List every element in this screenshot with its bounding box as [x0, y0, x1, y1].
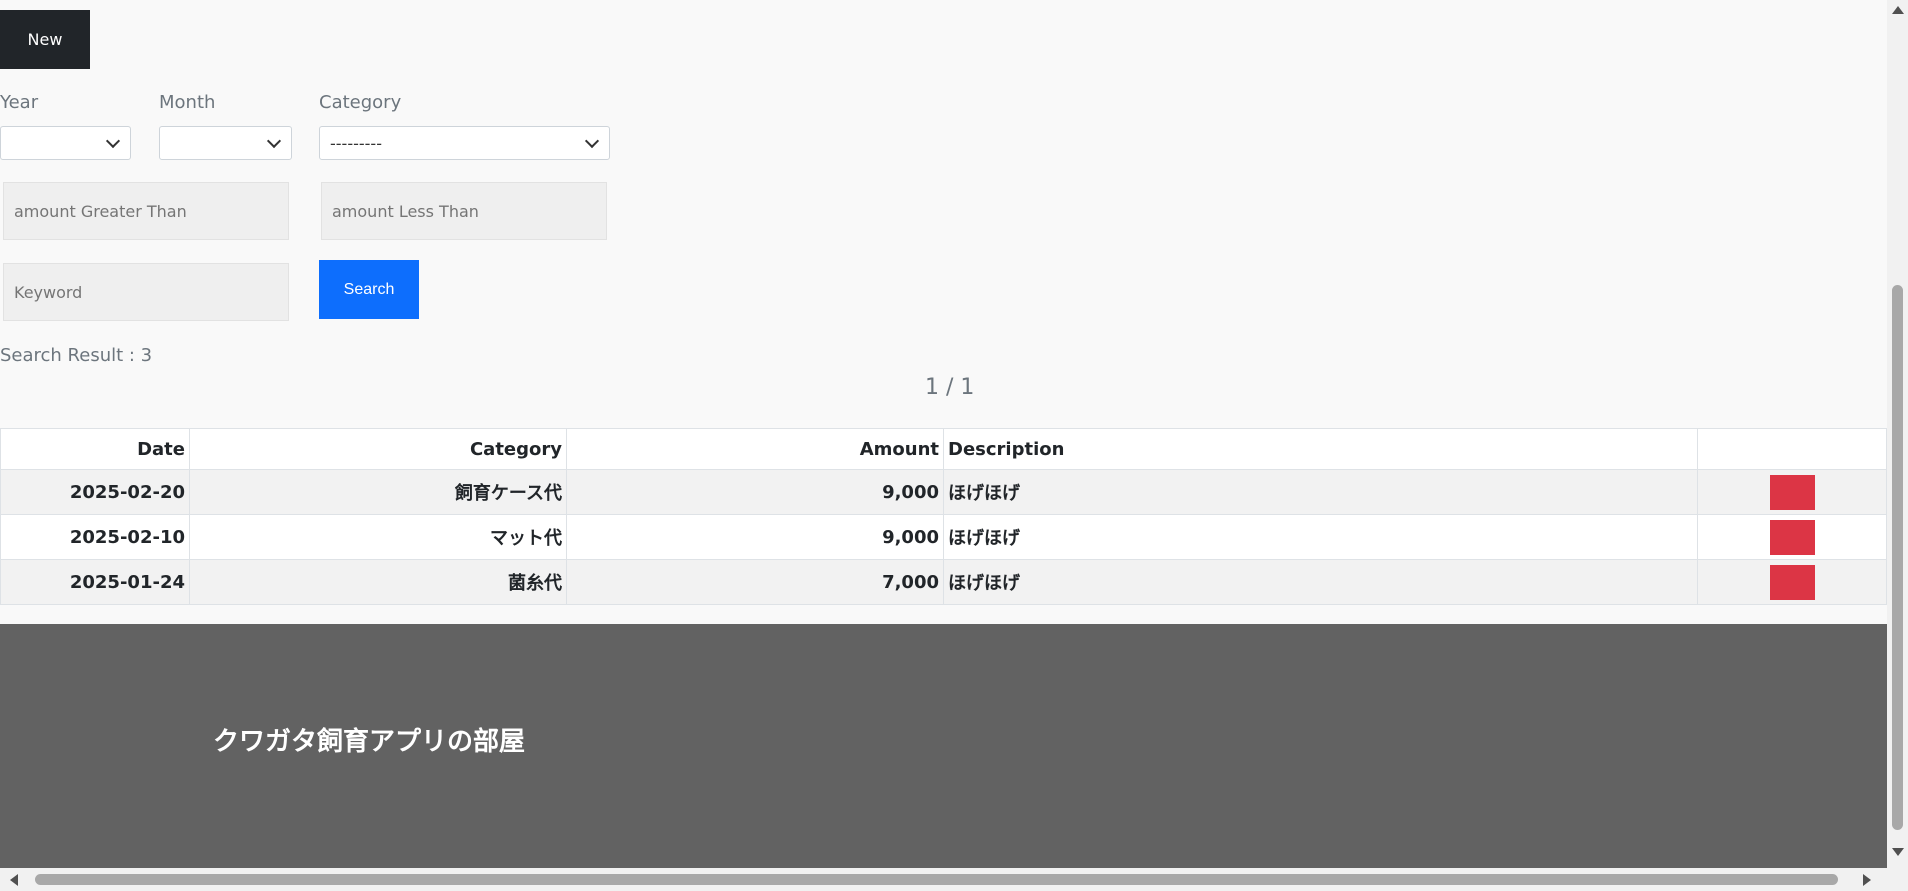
- scroll-up-arrow-icon[interactable]: [1892, 6, 1904, 14]
- table-row: 2025-01-24 菌糸代 7,000 ほげほげ: [0, 559, 1887, 605]
- delete-button[interactable]: [1769, 564, 1815, 600]
- header-amount: Amount: [566, 428, 944, 470]
- pagination: 1 / 1: [925, 375, 975, 400]
- cell-actions: [1697, 514, 1887, 560]
- search-button[interactable]: Search: [319, 260, 419, 319]
- month-select[interactable]: [159, 126, 292, 160]
- cell-category: マット代: [189, 514, 567, 560]
- scroll-down-arrow-icon[interactable]: [1892, 848, 1904, 856]
- cell-category: 飼育ケース代: [189, 469, 567, 515]
- cell-date: 2025-02-10: [0, 514, 190, 560]
- category-label: Category: [319, 92, 402, 113]
- year-select[interactable]: [0, 126, 131, 160]
- category-select[interactable]: ---------: [319, 126, 610, 160]
- new-button[interactable]: New: [0, 10, 90, 69]
- header-category: Category: [189, 428, 567, 470]
- cell-description: ほげほげ: [943, 559, 1698, 605]
- horizontal-scroll-thumb[interactable]: [35, 874, 1838, 885]
- header-description: Description: [943, 428, 1698, 470]
- cell-category: 菌糸代: [189, 559, 567, 605]
- cell-date: 2025-02-20: [0, 469, 190, 515]
- amount-greater-than-input[interactable]: [3, 182, 289, 240]
- scroll-right-arrow-icon[interactable]: [1863, 874, 1871, 886]
- chevron-down-icon: [584, 133, 600, 149]
- amount-less-than-input[interactable]: [321, 182, 607, 240]
- table-header-row: Date Category Amount Description: [0, 428, 1887, 470]
- chevron-down-icon: [105, 133, 121, 149]
- footer-title: クワガタ飼育アプリの部屋: [213, 727, 526, 757]
- scroll-left-arrow-icon[interactable]: [10, 874, 18, 886]
- cell-amount: 9,000: [566, 514, 944, 560]
- horizontal-scrollbar[interactable]: [0, 868, 1908, 891]
- year-label: Year: [0, 92, 39, 113]
- page-viewport: New Year Month Category --------- Search…: [0, 0, 1887, 868]
- cell-amount: 7,000: [566, 559, 944, 605]
- cell-description: ほげほげ: [943, 469, 1698, 515]
- month-label: Month: [159, 92, 216, 113]
- delete-button[interactable]: [1769, 474, 1815, 510]
- results-table: Date Category Amount Description 2025-02…: [0, 428, 1887, 605]
- cell-actions: [1697, 559, 1887, 605]
- delete-button[interactable]: [1769, 519, 1815, 555]
- chevron-down-icon: [266, 133, 282, 149]
- cell-description: ほげほげ: [943, 514, 1698, 560]
- cell-amount: 9,000: [566, 469, 944, 515]
- header-actions: [1697, 428, 1887, 470]
- search-result-count: Search Result : 3: [0, 345, 153, 366]
- footer: クワガタ飼育アプリの部屋: [0, 624, 1887, 868]
- table-row: 2025-02-20 飼育ケース代 9,000 ほげほげ: [0, 469, 1887, 515]
- cell-actions: [1697, 469, 1887, 515]
- table-row: 2025-02-10 マット代 9,000 ほげほげ: [0, 514, 1887, 560]
- category-select-value: ---------: [330, 133, 382, 153]
- cell-date: 2025-01-24: [0, 559, 190, 605]
- keyword-input[interactable]: [3, 263, 289, 321]
- vertical-scroll-thumb[interactable]: [1892, 285, 1903, 830]
- header-date: Date: [0, 428, 190, 470]
- vertical-scrollbar[interactable]: [1887, 0, 1908, 868]
